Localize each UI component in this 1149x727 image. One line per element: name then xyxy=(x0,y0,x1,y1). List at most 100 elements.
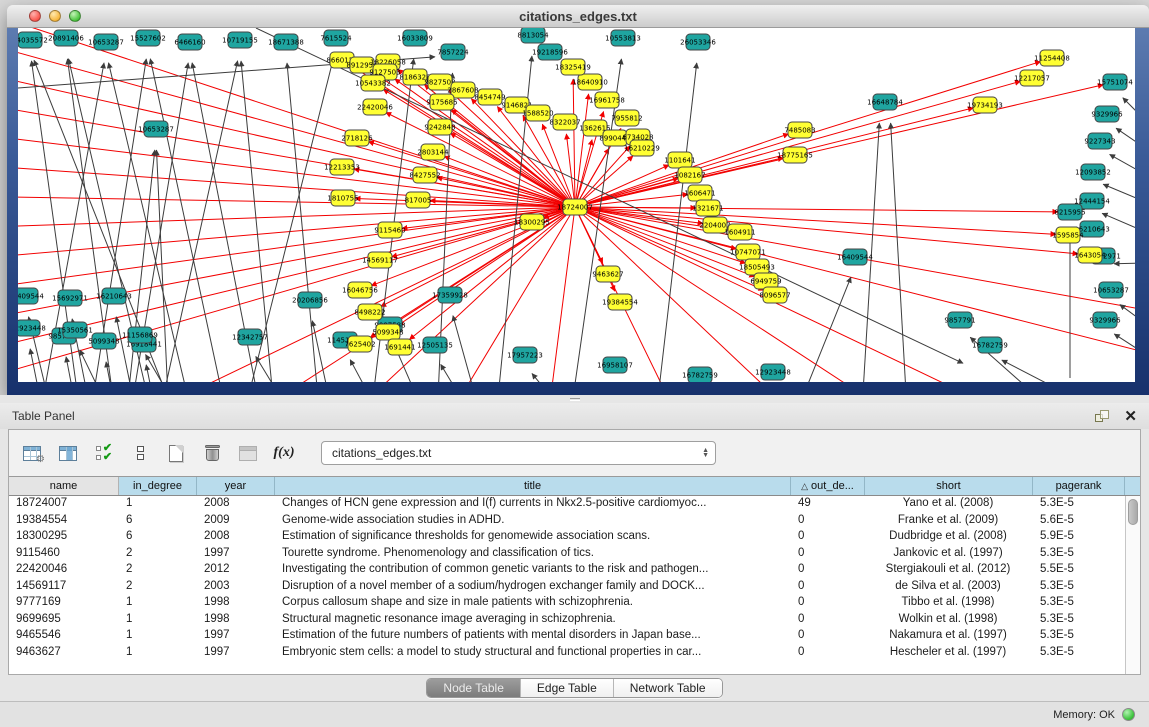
graph-node[interactable]: 15692971 xyxy=(52,290,88,306)
graph-node[interactable]: 10719155 xyxy=(222,32,258,48)
graph-node[interactable]: 12505135 xyxy=(417,337,453,353)
graph-node[interactable]: 10747071 xyxy=(730,244,766,260)
graph-node[interactable]: 5099348 xyxy=(372,324,403,340)
graph-node[interactable]: 16958107 xyxy=(597,357,633,373)
close-panel-icon[interactable]: ✕ xyxy=(1124,410,1137,423)
tab-node-table[interactable]: Node Table xyxy=(427,679,521,697)
graph-node[interactable]: 10653287 xyxy=(138,121,174,137)
float-panel-icon[interactable] xyxy=(1095,410,1110,423)
graph-node[interactable]: 15527602 xyxy=(130,30,166,46)
graph-node[interactable]: 7955812 xyxy=(611,110,642,126)
table-row[interactable]: 1938455462009Genome-wide association stu… xyxy=(9,513,1125,530)
graph-node[interactable]: 1082167 xyxy=(674,167,705,183)
table-scrollbar[interactable] xyxy=(1125,496,1140,674)
graph-node[interactable]: 12217057 xyxy=(1014,70,1050,86)
graph-node[interactable]: 16033809 xyxy=(397,30,433,46)
graph-node[interactable]: 16409544 xyxy=(18,288,44,304)
graph-node[interactable]: 16046756 xyxy=(342,282,378,298)
graph-node[interactable]: 8498222 xyxy=(354,304,385,320)
window-titlebar[interactable]: citations_edges.txt xyxy=(7,5,1149,28)
graph-node[interactable]: 12923448 xyxy=(18,320,46,336)
memory-status-led[interactable] xyxy=(1122,708,1135,721)
graph-node[interactable]: 9329966 xyxy=(1091,106,1123,122)
graph-node[interactable]: 1691441 xyxy=(384,339,415,355)
table-row[interactable]: 946554611997Estimation of the future num… xyxy=(9,628,1125,645)
graph-node[interactable]: 9463627 xyxy=(592,266,623,282)
table-row[interactable]: 969969511998Structural magnetic resonanc… xyxy=(9,612,1125,629)
graph-node[interactable]: 9175685 xyxy=(426,94,457,110)
graph-node[interactable]: 7857224 xyxy=(437,44,469,60)
graph-node[interactable]: 8096577 xyxy=(759,287,790,303)
graph-node[interactable]: 8215955 xyxy=(1054,204,1085,220)
network-table-selector[interactable]: citations_edges.txt ▲▼ xyxy=(321,441,716,465)
graph-node[interactable]: 15751074 xyxy=(1097,74,1133,90)
graph-node[interactable]: 16782759 xyxy=(972,337,1008,353)
graph-node[interactable]: 12923448 xyxy=(755,364,791,380)
minimize-window-button[interactable] xyxy=(49,10,61,22)
select-attributes-button[interactable]: ✔✔ xyxy=(91,439,117,467)
graph-node[interactable]: 1606471 xyxy=(684,185,715,201)
graph-node[interactable]: 1321671 xyxy=(692,200,723,216)
table-row[interactable]: 1872400712008Changes of HCN gene express… xyxy=(9,496,1125,513)
table-row[interactable]: 946362711997Embryonic stem cells: a mode… xyxy=(9,645,1125,662)
graph-node[interactable]: 2803144 xyxy=(417,144,449,160)
tab-edge-table[interactable]: Edge Table xyxy=(521,679,614,697)
table-row[interactable]: 2242004622012Investigating the contribut… xyxy=(9,562,1125,579)
graph-node[interactable]: 16961758 xyxy=(589,92,625,108)
graph-node[interactable]: 2718126 xyxy=(341,130,373,146)
delete-column-button[interactable] xyxy=(199,439,225,467)
graph-node[interactable]: 19218596 xyxy=(532,44,568,60)
graph-node[interactable]: 8813054 xyxy=(517,28,549,43)
graph-node[interactable]: 11254408 xyxy=(1034,50,1070,66)
column-header-out-degree[interactable]: △out_de... xyxy=(791,477,865,495)
graph-node[interactable]: 26053346 xyxy=(680,34,716,50)
graph-node[interactable]: 20206856 xyxy=(292,292,328,308)
column-header-short[interactable]: short xyxy=(865,477,1033,495)
graph-node[interactable]: 12342757 xyxy=(232,329,268,345)
table-row[interactable]: 1456911722003Disruption of a novel membe… xyxy=(9,579,1125,596)
table-row[interactable]: 911546021997Tourette syndrome. Phenomeno… xyxy=(9,546,1125,563)
graph-node[interactable]: 16409544 xyxy=(837,249,873,265)
function-builder-button[interactable]: f(x) xyxy=(271,439,297,467)
column-header-name[interactable]: name xyxy=(9,477,119,495)
graph-node[interactable]: 1643054 xyxy=(1074,247,1106,263)
new-column-button[interactable] xyxy=(163,439,189,467)
graph-node[interactable]: 19384554 xyxy=(602,294,638,310)
panel-resize-handle[interactable] xyxy=(0,395,1149,403)
column-header-pagerank[interactable]: pagerank xyxy=(1033,477,1125,495)
graph-node[interactable]: 20891406 xyxy=(48,30,84,46)
graph-node[interactable]: 6466160 xyxy=(174,34,205,50)
show-column-button[interactable] xyxy=(55,439,81,467)
graph-node[interactable]: 14569117 xyxy=(362,252,398,268)
scrollbar-thumb[interactable] xyxy=(1128,499,1138,525)
graph-node[interactable]: 16210643 xyxy=(96,288,132,304)
graph-node[interactable]: 12213353 xyxy=(324,159,360,175)
close-window-button[interactable] xyxy=(29,10,41,22)
graph-node[interactable]: 9857791 xyxy=(944,312,975,328)
network-canvas[interactable]: 2403557220891406 10653287 15527602 6466160 1… xyxy=(18,28,1135,382)
graph-node[interactable]: 1810755 xyxy=(327,190,358,206)
graph-node[interactable]: 1101641 xyxy=(664,152,695,168)
graph-node[interactable]: 18640910 xyxy=(572,74,608,90)
graph-node[interactable]: 17359928 xyxy=(432,287,468,303)
graph-node[interactable]: 9227343 xyxy=(1084,133,1115,149)
row-options-button[interactable] xyxy=(127,439,153,467)
graph-node[interactable]: 7615524 xyxy=(320,30,352,46)
column-header-year[interactable]: year xyxy=(197,477,275,495)
graph-node[interactable]: 19734193 xyxy=(967,97,1003,113)
zoom-window-button[interactable] xyxy=(69,10,81,22)
graph-node[interactable]: 8427552 xyxy=(409,167,440,183)
graph-node[interactable]: 10553813 xyxy=(605,30,641,46)
graph-node[interactable]: 17957223 xyxy=(507,347,543,363)
column-header-title[interactable]: title xyxy=(275,477,791,495)
graph-node[interactable]: 16782759 xyxy=(682,367,718,382)
graph-node[interactable]: 9115460 xyxy=(374,222,405,238)
tab-network-table[interactable]: Network Table xyxy=(614,679,722,697)
graph-node[interactable]: 9242848 xyxy=(424,119,455,135)
graph-node[interactable]: 1604911 xyxy=(724,224,755,240)
graph-node[interactable]: 9329966 xyxy=(1089,312,1121,328)
graph-node[interactable]: 5099348 xyxy=(88,333,119,349)
graph-node[interactable]: 24035572 xyxy=(18,32,48,48)
graph-node[interactable]: 8322037 xyxy=(549,114,580,130)
graph-node[interactable]: 817005 xyxy=(405,192,432,208)
